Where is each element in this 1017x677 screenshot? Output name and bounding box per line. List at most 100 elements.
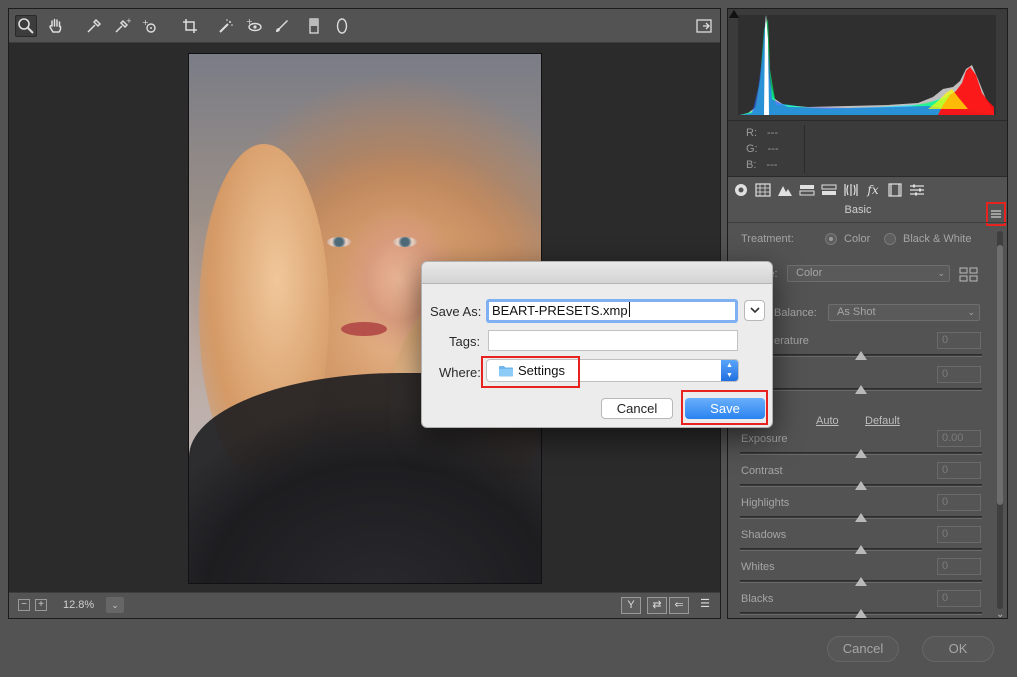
where-value: Settings	[518, 363, 565, 378]
panel-tabs: fx	[728, 179, 1007, 201]
zoom-out-button[interactable]: −	[18, 599, 30, 611]
scroll-down-icon[interactable]: ⌄	[996, 609, 1004, 620]
save-as-value: BEART-PRESETS.xmp	[492, 303, 628, 318]
zoom-dropdown[interactable]: ⌄	[106, 597, 124, 613]
chevron-down-icon	[749, 307, 760, 314]
treatment-bw-radio[interactable]	[884, 233, 896, 245]
histogram	[728, 9, 1007, 121]
tool-bar: + + +	[9, 9, 720, 43]
wb-value: As Shot	[837, 306, 876, 318]
b-value: ---	[766, 159, 778, 171]
slider-thumb-contrast[interactable]	[855, 481, 867, 490]
slider-value-blacks[interactable]: 0	[937, 590, 981, 607]
wb-select[interactable]: As Shot ⌄	[828, 304, 980, 321]
slider-thumb-exposure[interactable]	[855, 449, 867, 458]
slider-thumb-highlights[interactable]	[855, 513, 867, 522]
slider-value-exposure[interactable]: 0.00	[937, 430, 981, 447]
r-label: R:	[746, 127, 757, 139]
save-as-input[interactable]: BEART-PRESETS.xmp	[486, 299, 738, 323]
slider-label-blacks: Blacks	[741, 593, 774, 605]
dialog-save-button[interactable]: Save	[685, 398, 765, 419]
zoom-in-button[interactable]: +	[35, 599, 47, 611]
split-toning-tab-icon[interactable]	[820, 182, 838, 198]
treatment-bw-label: Black & White	[903, 233, 972, 245]
highlight-clipping-icon[interactable]	[728, 9, 740, 19]
slider-label-contrast: Contrast	[741, 465, 783, 477]
profile-browser-icon[interactable]	[959, 267, 978, 282]
temperature-label: erature	[774, 335, 809, 347]
adjustment-brush-icon[interactable]	[271, 15, 293, 37]
tags-input[interactable]	[488, 330, 738, 351]
stepper-icon: ▲ ▼	[721, 360, 738, 381]
targeted-adjustment-icon[interactable]: +	[139, 15, 161, 37]
svg-text:+: +	[142, 18, 149, 27]
slider-label-shadows: Shadows	[741, 529, 787, 541]
hsl-tab-icon[interactable]	[798, 182, 816, 198]
zoom-level: 12.8%	[63, 599, 95, 611]
slider-thumb-shadows[interactable]	[855, 545, 867, 554]
slider-value-shadows[interactable]: 0	[937, 526, 981, 543]
slider-label-highlights: Highlights	[741, 497, 790, 509]
save-settings-dialog: Save As: BEART-PRESETS.xmp Tags: Where: …	[421, 261, 773, 428]
tags-label: Tags:	[449, 334, 481, 349]
where-select[interactable]: Settings ▲ ▼	[486, 359, 739, 382]
compare-view-icon[interactable]: Y	[621, 597, 641, 614]
g-value: ---	[767, 143, 779, 155]
rgb-readout: R: --- G: --- B: ---	[728, 121, 1007, 177]
ok-button[interactable]: OK	[922, 636, 994, 662]
copy-settings-icon[interactable]: ⇐	[669, 597, 689, 614]
dialog-titlebar	[422, 262, 772, 284]
slider-thumb-blacks[interactable]	[855, 609, 867, 618]
tint-value[interactable]: 0	[937, 366, 981, 383]
treatment-color-radio[interactable]	[825, 233, 837, 245]
hand-icon[interactable]	[45, 15, 67, 37]
svg-text:+: +	[126, 17, 131, 25]
g-label: G:	[746, 143, 758, 155]
effects-tab-icon[interactable]: fx	[864, 182, 882, 198]
red-eye-icon[interactable]: +	[243, 15, 265, 37]
slider-value-contrast[interactable]: 0	[937, 462, 981, 479]
color-sampler-icon[interactable]: +	[111, 15, 133, 37]
save-as-label: Save As:	[430, 304, 482, 319]
b-label: B:	[746, 159, 757, 171]
zoom-icon[interactable]	[15, 15, 37, 37]
tint-thumb[interactable]	[855, 385, 867, 394]
treatment-color-label: Color	[844, 233, 871, 245]
view-settings-icon[interactable]: ☰	[695, 597, 715, 614]
basic-tab-icon[interactable]	[732, 182, 750, 198]
slider-label-whites: Whites	[741, 561, 775, 573]
profile-select[interactable]: Color ⌄	[787, 265, 950, 282]
graduated-filter-icon[interactable]	[303, 15, 325, 37]
svg-text:+: +	[246, 17, 253, 26]
calibration-tab-icon[interactable]	[886, 182, 904, 198]
lens-tab-icon[interactable]	[842, 182, 860, 198]
slider-thumb-whites[interactable]	[855, 577, 867, 586]
fullscreen-icon[interactable]	[693, 15, 715, 37]
spot-removal-icon[interactable]	[215, 15, 237, 37]
temperature-thumb[interactable]	[855, 351, 867, 360]
swap-settings-icon[interactable]: ⇄	[647, 597, 667, 614]
panel-scrollbar[interactable]: ⌄	[996, 225, 1004, 620]
white-balance-icon[interactable]	[83, 15, 105, 37]
temperature-value[interactable]: 0	[937, 332, 981, 349]
presets-tab-icon[interactable]	[908, 182, 926, 198]
tone-curve-tab-icon[interactable]	[754, 182, 772, 198]
r-value: ---	[767, 127, 778, 139]
detail-tab-icon[interactable]	[776, 182, 794, 198]
crop-icon[interactable]	[179, 15, 201, 37]
cancel-button[interactable]: Cancel	[827, 636, 899, 662]
slider-label-exposure: Exposure	[741, 433, 788, 445]
profile-value: Color	[796, 267, 823, 279]
wb-label: Balance:	[774, 307, 817, 319]
default-link[interactable]: Default	[865, 415, 900, 427]
where-label: Where:	[439, 365, 481, 380]
auto-link[interactable]: Auto	[816, 415, 839, 427]
folder-icon	[499, 366, 513, 377]
dialog-cancel-button[interactable]: Cancel	[601, 398, 673, 419]
panel-title: Basic	[844, 204, 872, 216]
treatment-label: Treatment:	[741, 233, 794, 245]
expand-dialog-button[interactable]	[744, 300, 765, 321]
radial-filter-icon[interactable]	[331, 15, 353, 37]
slider-value-highlights[interactable]: 0	[937, 494, 981, 511]
slider-value-whites[interactable]: 0	[937, 558, 981, 575]
